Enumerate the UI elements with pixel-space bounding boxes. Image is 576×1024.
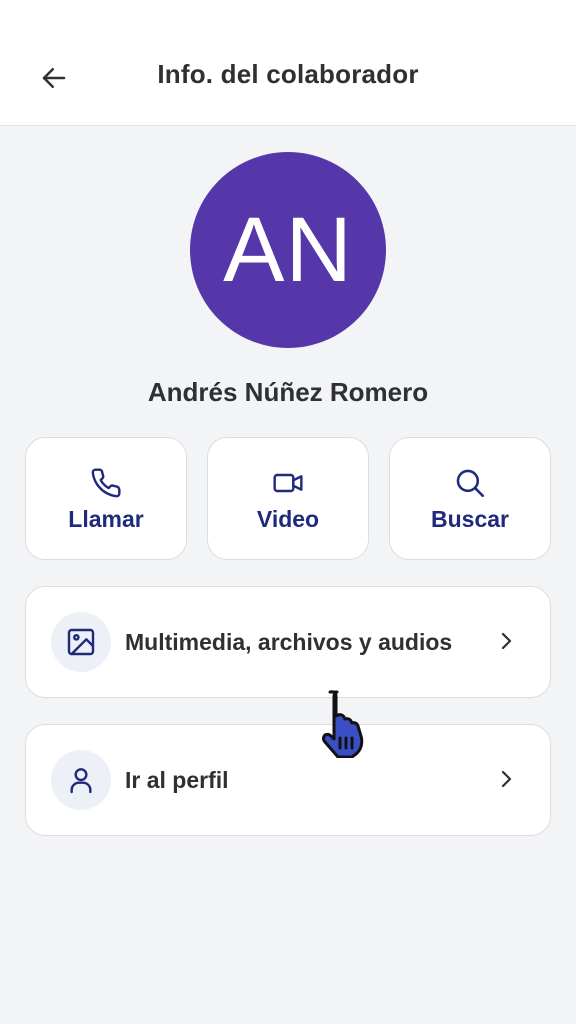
media-files-item[interactable]: Multimedia, archivos y audios [25, 586, 551, 698]
video-button[interactable]: Video [207, 437, 369, 560]
search-icon [456, 469, 485, 498]
video-label: Video [256, 506, 320, 532]
avatar: AN [190, 152, 386, 348]
avatar-initials: AN [223, 198, 353, 301]
search-button[interactable]: Buscar [389, 437, 551, 560]
call-label: Llamar [68, 506, 144, 532]
image-icon [67, 628, 95, 656]
profile-icon-container [51, 750, 111, 810]
video-camera-icon [273, 473, 303, 493]
user-icon [70, 768, 92, 794]
header-bar: Info. del colaborador [0, 0, 576, 126]
media-files-label: Multimedia, archivos y audios [125, 629, 453, 655]
phone-icon [91, 468, 121, 498]
profile-item[interactable]: Ir al perfil [25, 724, 551, 836]
chevron-right-icon [501, 632, 512, 650]
page-title: Info. del colaborador [157, 59, 419, 89]
hand-pointer-cursor-icon [322, 690, 364, 758]
chevron-right-icon [501, 770, 512, 788]
call-button[interactable]: Llamar [25, 437, 187, 560]
media-icon-container [51, 612, 111, 672]
contact-name: Andrés Núñez Romero [147, 377, 429, 407]
search-label: Buscar [431, 506, 509, 532]
profile-label: Ir al perfil [125, 767, 229, 793]
